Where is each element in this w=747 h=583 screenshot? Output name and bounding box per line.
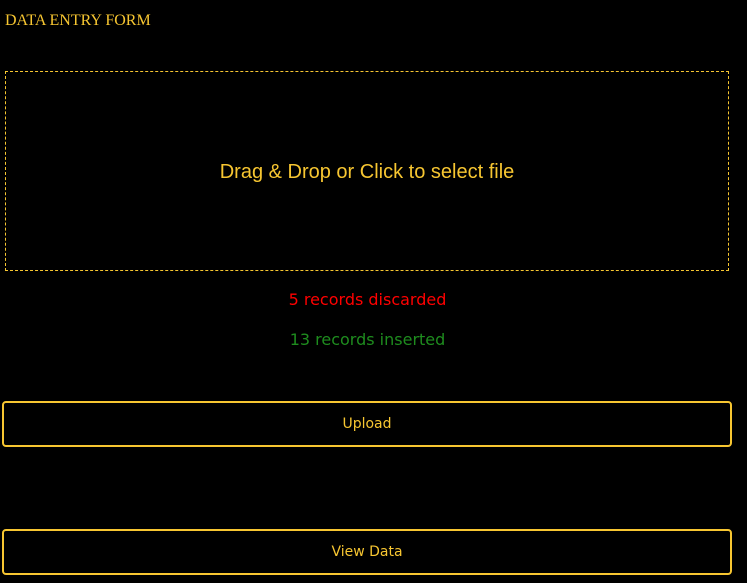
- file-drop-zone[interactable]: Drag & Drop or Click to select file: [5, 71, 729, 271]
- view-data-button[interactable]: View Data: [2, 529, 732, 575]
- discarded-records-message: 5 records discarded: [288, 290, 447, 309]
- drop-zone-label: Drag & Drop or Click to select file: [219, 160, 515, 183]
- inserted-records-message: 13 records inserted: [289, 330, 446, 349]
- upload-button[interactable]: Upload: [2, 401, 732, 447]
- page-title: DATA ENTRY FORM: [5, 12, 151, 29]
